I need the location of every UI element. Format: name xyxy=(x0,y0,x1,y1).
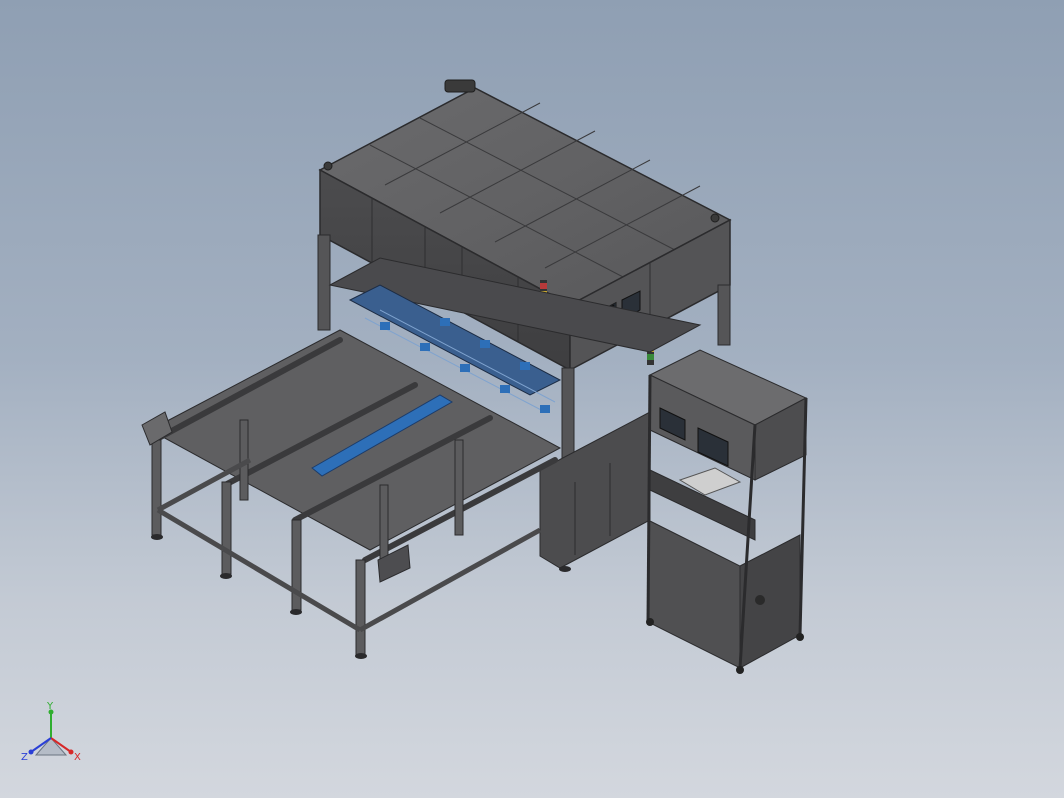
lower-base-front xyxy=(539,411,651,569)
y-axis-label: Y xyxy=(46,701,54,712)
cabinet-lock[interactable] xyxy=(755,595,765,605)
3d-viewport[interactable] xyxy=(0,0,1064,798)
cabinet-lower-side xyxy=(739,534,801,669)
x-axis-end xyxy=(68,749,74,755)
control-cabinet[interactable] xyxy=(646,349,808,674)
axis-triad: Y X Z xyxy=(21,701,81,763)
z-axis-label: Z xyxy=(21,752,28,763)
z-axis-end xyxy=(28,749,34,755)
x-axis-label: X xyxy=(74,752,81,763)
cabinet-lower-front xyxy=(647,519,741,669)
